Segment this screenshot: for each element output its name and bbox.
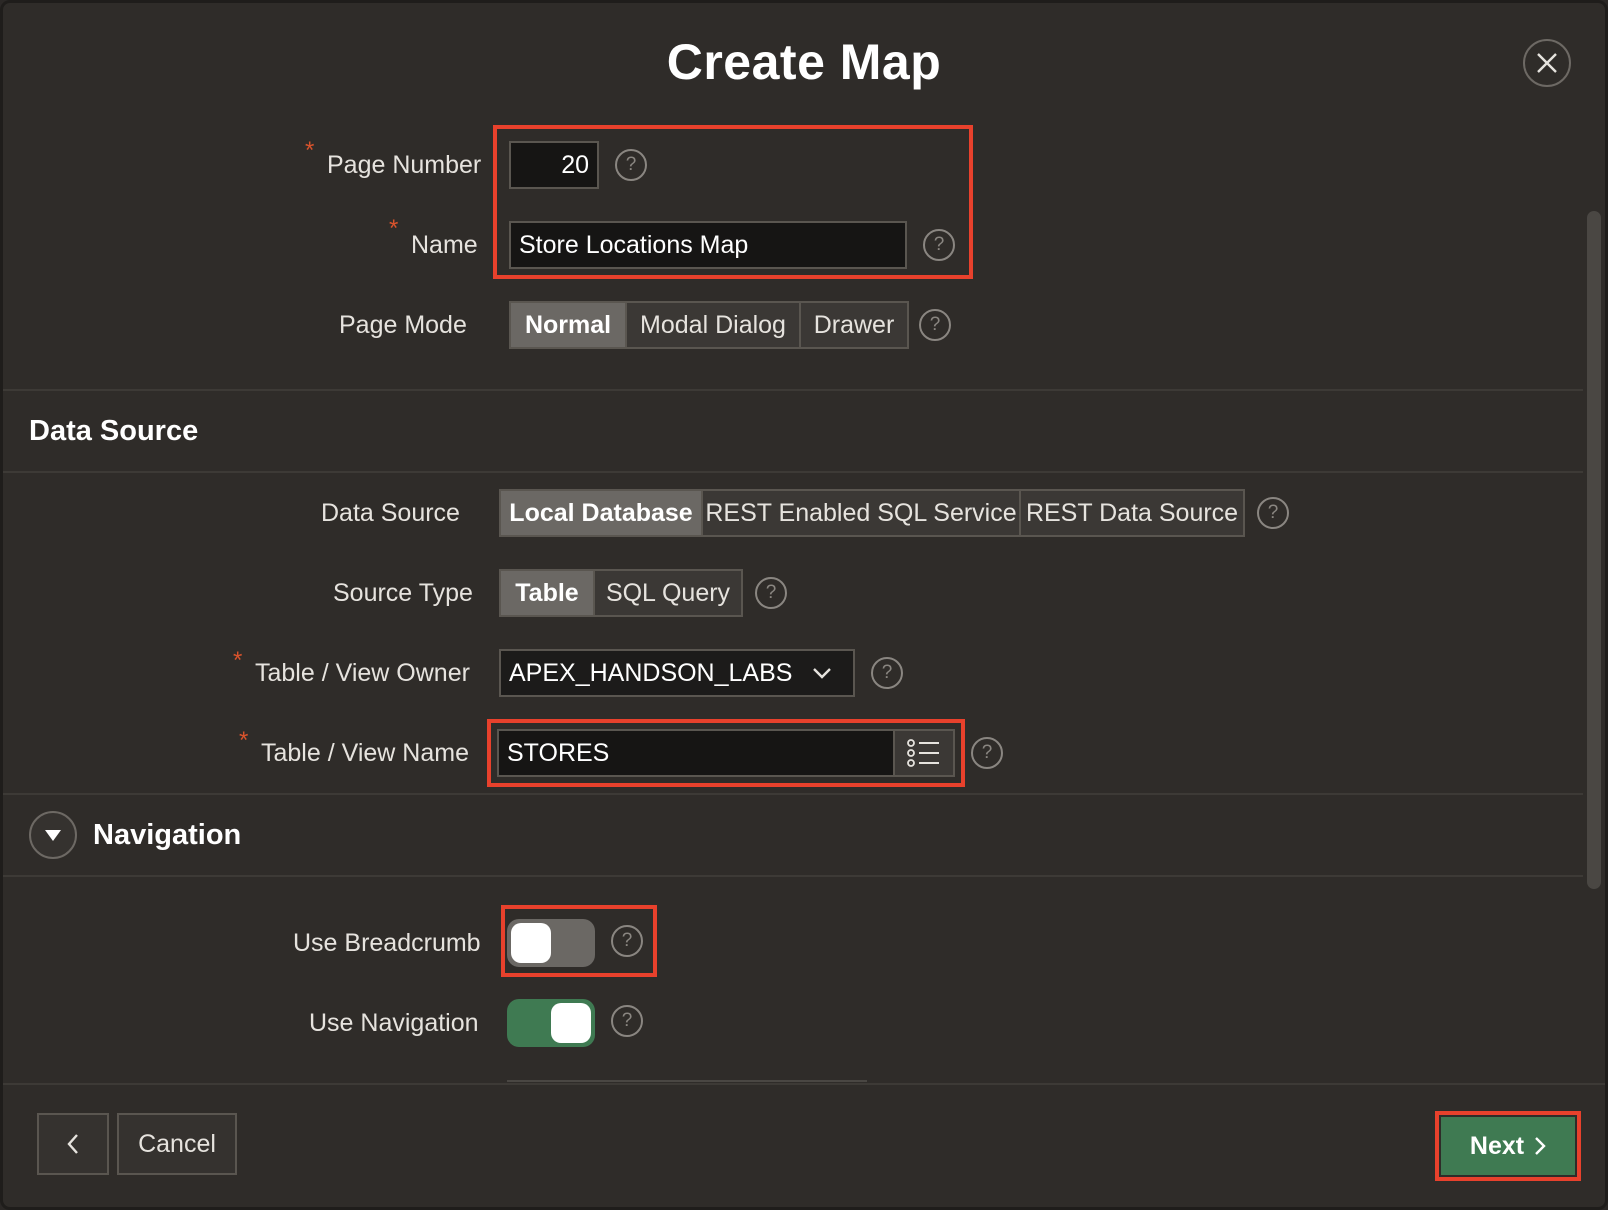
required-marker: *: [305, 137, 315, 164]
navigation-collapse-button[interactable]: [29, 811, 77, 859]
table-name-label: Table / View Name: [261, 739, 469, 767]
source-type-sql-query[interactable]: SQL Query: [595, 571, 741, 615]
toggle-knob: [551, 1003, 591, 1043]
page-mode-selector: Normal Modal Dialog Drawer: [509, 301, 909, 349]
data-source-rest-enabled-sql[interactable]: REST Enabled SQL Service: [703, 491, 1021, 535]
use-navigation-label: Use Navigation: [309, 1009, 479, 1037]
required-marker: *: [233, 647, 243, 674]
source-type-table[interactable]: Table: [501, 571, 595, 615]
dialog-title: Create Map: [666, 34, 942, 90]
section-divider: [3, 471, 1583, 473]
create-map-dialog: Create Map * Page Number 20 ? * Name Sto…: [0, 0, 1608, 1210]
data-source-help-icon[interactable]: ?: [1257, 497, 1289, 529]
section-divider: [3, 875, 1583, 877]
chevron-left-icon: [67, 1134, 78, 1154]
use-navigation-help-icon[interactable]: ?: [611, 1005, 643, 1037]
table-owner-label: Table / View Owner: [255, 659, 470, 687]
caret-down-icon: [45, 830, 61, 841]
page-mode-drawer[interactable]: Drawer: [801, 303, 907, 347]
chevron-down-icon: [813, 668, 831, 679]
highlight-box: [501, 905, 657, 977]
data-source-selector: Local Database REST Enabled SQL Service …: [499, 489, 1245, 537]
footer-divider: [3, 1083, 1605, 1085]
source-type-label: Source Type: [333, 579, 473, 607]
navigation-section-title: Navigation: [93, 819, 242, 851]
name-label: Name: [411, 231, 478, 259]
page-mode-modal-dialog[interactable]: Modal Dialog: [627, 303, 801, 347]
table-owner-select[interactable]: APEX_HANDSON_LABS: [499, 649, 855, 697]
use-navigation-toggle[interactable]: [507, 999, 595, 1047]
table-owner-value: APEX_HANDSON_LABS: [509, 658, 793, 687]
section-divider: [3, 793, 1583, 795]
highlight-box: [1435, 1111, 1581, 1181]
page-mode-label: Page Mode: [339, 311, 467, 339]
cancel-button[interactable]: Cancel: [117, 1113, 237, 1175]
required-marker: *: [389, 215, 399, 242]
dialog-scrollbar[interactable]: [1587, 211, 1601, 889]
page-mode-help-icon[interactable]: ?: [919, 309, 951, 341]
data-source-section-title: Data Source: [29, 415, 199, 447]
highlight-box: [487, 719, 965, 787]
close-icon: [1537, 53, 1557, 73]
required-marker: *: [239, 727, 249, 754]
source-type-help-icon[interactable]: ?: [755, 577, 787, 609]
data-source-local-database[interactable]: Local Database: [501, 491, 703, 535]
source-type-selector: Table SQL Query: [499, 569, 743, 617]
data-source-label: Data Source: [321, 499, 460, 527]
data-source-rest-data-source[interactable]: REST Data Source: [1021, 491, 1243, 535]
close-button[interactable]: [1523, 39, 1571, 87]
table-name-help-icon[interactable]: ?: [971, 737, 1003, 769]
highlight-box: [493, 125, 973, 279]
back-button[interactable]: [37, 1113, 109, 1175]
table-owner-help-icon[interactable]: ?: [871, 657, 903, 689]
use-breadcrumb-label: Use Breadcrumb: [293, 929, 481, 957]
page-number-label: Page Number: [327, 151, 482, 179]
section-divider: [3, 389, 1583, 391]
page-mode-normal[interactable]: Normal: [511, 303, 627, 347]
